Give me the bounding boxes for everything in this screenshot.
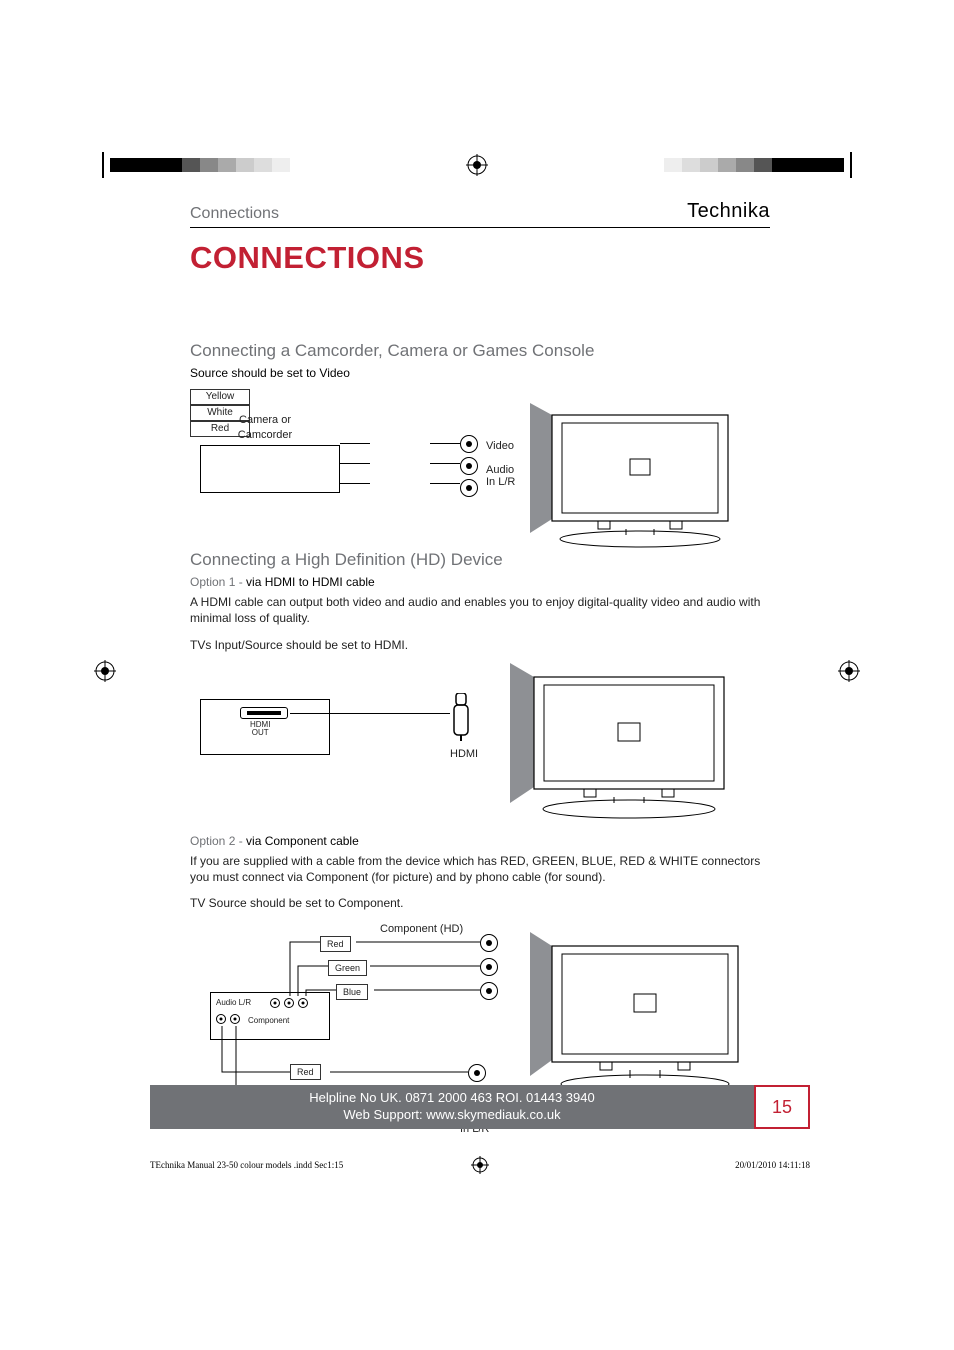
opt2-label: Option 2 -: [190, 834, 246, 848]
hdmi-plug-icon: [450, 693, 472, 745]
red-label-2: Red: [290, 1064, 321, 1080]
print-footer-left: TEchnika Manual 23-50 colour models .ind…: [150, 1160, 343, 1170]
hdmi-slot-icon: [240, 707, 288, 719]
print-footer-right: 20/01/2010 14:11:18: [735, 1160, 810, 1170]
hdmi-label: HDMI: [450, 747, 478, 762]
registration-mark-bottom-icon: [471, 1156, 489, 1174]
footer-bar: Helpline No UK. 0871 2000 463 ROI. 01443…: [150, 1085, 810, 1129]
opt1-label: Option 1 -: [190, 575, 246, 589]
diagram-camcorder: Camera or Camcorder Yellow White Red Vid…: [190, 389, 770, 549]
hdmi-out-label: HDMIOUT: [250, 721, 270, 737]
footer-text: Helpline No UK. 0871 2000 463 ROI. 01443…: [150, 1090, 754, 1124]
opt2-source: TV Source should be set to Component.: [190, 895, 770, 911]
audio-port-red-icon: [468, 1064, 486, 1082]
opt1-paragraph: A HDMI cable can output both video and a…: [190, 594, 770, 626]
opt2-paragraph: If you are supplied with a cable from th…: [190, 853, 770, 885]
audio-port-label2: In L/R: [486, 475, 515, 490]
print-footer: TEchnika Manual 23-50 colour models .ind…: [150, 1160, 810, 1170]
option1-line: Option 1 - via HDMI to HDMI cable: [190, 574, 770, 590]
audio-port-white-icon: [460, 457, 478, 475]
component-port-blue-icon: [480, 982, 498, 1000]
opt2-text: via Component cable: [246, 834, 359, 848]
component-port-green-icon: [480, 958, 498, 976]
crop-marks-top: [0, 158, 954, 188]
page-header: Connections Technika: [190, 200, 770, 228]
tv-icon-2: [510, 663, 740, 823]
camera-label: Camera or Camcorder: [220, 413, 310, 443]
diagram-hdmi: HDMIOUT HDMI: [190, 663, 770, 833]
registration-mark-icon: [466, 154, 488, 176]
registration-mark-right-icon: [838, 660, 860, 682]
opt1-text: via HDMI to HDMI cable: [246, 575, 375, 589]
section1-sub: Source should be set to Video: [190, 365, 770, 381]
cable-yellow-label: Yellow: [190, 389, 250, 405]
opt1-source: TVs Input/Source should be set to HDMI.: [190, 637, 770, 653]
page-title: CONNECTIONS: [190, 240, 425, 276]
registration-mark-left-icon: [94, 660, 116, 682]
header-section: Connections: [190, 205, 279, 223]
page-number: 15: [754, 1085, 810, 1129]
video-port-label: Video: [486, 439, 514, 454]
audio-port-red-icon: [460, 479, 478, 497]
tv-icon: [530, 403, 740, 553]
tv-icon-3: [530, 932, 750, 1102]
video-port-icon: [460, 435, 478, 453]
content-area: Connecting a Camcorder, Camera or Games …: [190, 340, 770, 1142]
component-port-red-icon: [480, 934, 498, 952]
option2-line: Option 2 - via Component cable: [190, 833, 770, 849]
section1-heading: Connecting a Camcorder, Camera or Games …: [190, 340, 770, 363]
brand-logo: Technika: [687, 200, 770, 223]
camera-box-icon: [200, 445, 340, 493]
